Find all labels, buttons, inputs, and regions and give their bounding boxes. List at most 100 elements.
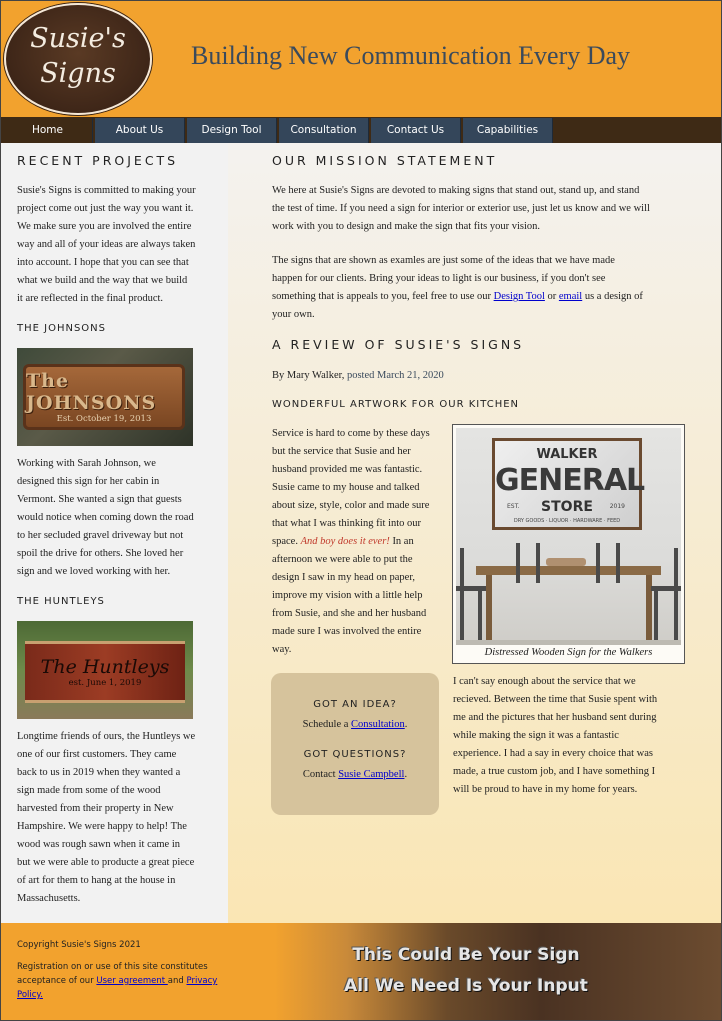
text-line: way and all of your ideas are always tak… — [17, 239, 196, 250]
text-line: Massachusetts. — [17, 893, 81, 904]
sidebar-intro: Susie's Signs is committed to making you… — [17, 182, 222, 308]
registration-notice: Registration on or use of this site cons… — [17, 960, 237, 1002]
johnsons-sign-date: Est. October 19, 2013 — [56, 414, 152, 424]
user-agreement-link[interactable]: User agreement — [96, 976, 167, 986]
schedule-line: Schedule a Consultation. — [271, 719, 439, 730]
walker-sign: WALKER GENERAL STORE EST. 2019 DRY GOODS… — [492, 438, 645, 530]
nav-capabilities[interactable]: Capabilities — [463, 118, 553, 143]
privacy-policy-link[interactable]: Privacy — [187, 976, 218, 986]
footer-slogan-2: All We Need Is Your Input — [344, 976, 588, 996]
text-line: I can't say enough about the service tha… — [453, 676, 636, 687]
nav-about-us[interactable]: About Us — [95, 118, 185, 143]
review-author: By Mary Walker, — [272, 370, 345, 381]
walker-sign-tagline: DRY GOODS · LIQUOR · HARDWARE · FEED — [513, 518, 621, 524]
susie-campbell-link[interactable]: Susie Campbell — [338, 769, 404, 780]
huntleys-text: Longtime friends of ours, the Huntleys w… — [17, 728, 227, 908]
text-fragment: space. — [272, 536, 301, 547]
dining-table-illustration — [456, 543, 681, 645]
got-questions-heading: GOT QUESTIONS? — [303, 749, 407, 760]
text-line: of art for them to hang at the house in — [17, 875, 176, 886]
text-line: wood was rough sawn when it came in — [17, 839, 181, 850]
johnsons-sign-name: The JOHNSONS — [26, 370, 157, 414]
text-line: recieved. Between the time that Susie sp… — [453, 694, 658, 705]
review-right-text: I can't say enough about the service tha… — [453, 673, 713, 799]
logo[interactable]: Susie's Signs — [4, 3, 152, 115]
text-line: something that is appeals to you, feel f… — [272, 288, 712, 306]
review-emphasis: And boy does it ever! — [300, 536, 390, 547]
page: Susie's Signs Building New Communication… — [0, 0, 722, 1021]
text-line: Hampshire. We were happy to help! The — [17, 821, 187, 832]
privacy-policy-link-cont[interactable]: Policy. — [17, 990, 43, 1000]
text-line: would notice when coming down the road — [17, 512, 194, 523]
text-fragment: acceptance of our — [17, 976, 97, 986]
walker-sign-line1: WALKER — [536, 447, 598, 462]
text-line: it are reflected in the final product. — [17, 293, 164, 304]
text-line: about size, style, color and made sure — [272, 500, 430, 511]
text-fragment: . — [404, 719, 408, 730]
text-line: made, a true custom job, and I have some… — [453, 766, 656, 777]
text-fragment: Contact — [302, 769, 339, 780]
footer-slogan-1: This Could Be Your Sign — [352, 945, 580, 965]
text-line: spoil the drive for others. She loved he… — [17, 548, 184, 559]
text-line: experience. I had a say in every choice … — [453, 748, 653, 759]
email-link[interactable]: email — [559, 291, 582, 302]
nav-design-tool[interactable]: Design Tool — [187, 118, 277, 143]
text-line: Policy. — [17, 988, 237, 1002]
got-idea-heading: GOT AN IDEA? — [313, 699, 397, 710]
text-line: but the service that Susie and her — [272, 446, 411, 457]
text-line: Service is hard to come by these days — [272, 428, 430, 439]
text-line: one of our first customers. They came — [17, 749, 177, 760]
text-line: work with you to design and make the sig… — [272, 221, 541, 232]
mission-paragraph-2: The signs that are shown as examles are … — [272, 252, 712, 324]
design-tool-link[interactable]: Design Tool — [494, 291, 545, 302]
mission-paragraph-1: We here at Susie's Signs are devoted to … — [272, 182, 712, 236]
text-line: Susie's Signs is committed to making you… — [17, 185, 196, 196]
text-line: Registration on or use of this site cons… — [17, 962, 208, 972]
review-left-text: Service is hard to come by these days bu… — [272, 425, 452, 659]
text-fragment: us a design of — [582, 291, 643, 302]
consultation-link[interactable]: Consultation — [351, 719, 405, 730]
huntleys-sign: The Huntleys est. June 1, 2019 — [25, 641, 185, 703]
review-byline: By Mary Walker, posted March 21, 2020 — [272, 367, 572, 385]
nav-consultation[interactable]: Consultation — [279, 118, 369, 143]
text-line: made sure I was involved the entire — [272, 626, 422, 637]
text-line: will be proud to have in my home for yea… — [453, 784, 638, 795]
text-line: husband provided me was fantastic. — [272, 464, 423, 475]
text-line: The signs that are shown as examles are … — [272, 255, 615, 266]
text-line: happen for our clients. Bring your ideas… — [272, 273, 606, 284]
huntleys-sign-date: est. June 1, 2019 — [68, 678, 142, 688]
text-line: to her secluded gravel driveway but not — [17, 530, 184, 541]
review-heading: A REVIEW OF SUSIE'S SIGNS — [272, 337, 525, 352]
text-fragment: something that is appeals to you, feel f… — [272, 291, 494, 302]
text-line: harvested from their property in New — [17, 803, 174, 814]
text-line: space. And boy does it ever! In an — [272, 533, 452, 551]
huntleys-heading: THE HUNTLEYS — [17, 596, 105, 607]
text-line: your own. — [272, 309, 315, 320]
text-line: from Susie, and she and her husband — [272, 608, 427, 619]
huntleys-sign-photo: The Huntleys est. June 1, 2019 — [17, 621, 193, 719]
text-line: We here at Susie's Signs are devoted to … — [272, 185, 640, 196]
text-line: me and the pictures that her husband sen… — [453, 712, 657, 723]
text-line: design I saw in my head on paper, — [272, 572, 416, 583]
walker-sign-line2: GENERAL — [495, 463, 645, 498]
text-line: the test of time. If you need a sign for… — [272, 203, 650, 214]
mission-heading: OUR MISSION STATEMENT — [272, 153, 498, 168]
johnsons-text: Working with Sarah Johnson, we designed … — [17, 455, 222, 581]
text-line: into account. I hope that you can see th… — [17, 257, 189, 268]
text-fragment: In an — [389, 536, 414, 547]
johnsons-sign-photo: The JOHNSONS Est. October 19, 2013 — [17, 348, 193, 446]
text-line: Vermont. She wanted a sign that guests — [17, 494, 182, 505]
copyright: Copyright Susie's Signs 2021 — [17, 940, 141, 950]
walker-sign-est: EST. — [507, 503, 520, 510]
nav-contact-us[interactable]: Contact Us — [371, 118, 461, 143]
text-line: way. — [272, 644, 292, 655]
walker-sign-photo: WALKER GENERAL STORE EST. 2019 DRY GOODS… — [456, 428, 681, 645]
text-line: what we build and the way that we build — [17, 275, 188, 286]
review-date: posted March 21, 2020 — [346, 370, 444, 381]
nav-home[interactable]: Home — [3, 118, 93, 143]
text-line: Working with Sarah Johnson, we — [17, 458, 156, 469]
idea-box: GOT AN IDEA? Schedule a Consultation. GO… — [271, 673, 439, 815]
text-fragment: or — [544, 291, 559, 302]
text-fragment: Schedule a — [302, 719, 352, 730]
text-line: improve my vision with a little help — [272, 590, 423, 601]
